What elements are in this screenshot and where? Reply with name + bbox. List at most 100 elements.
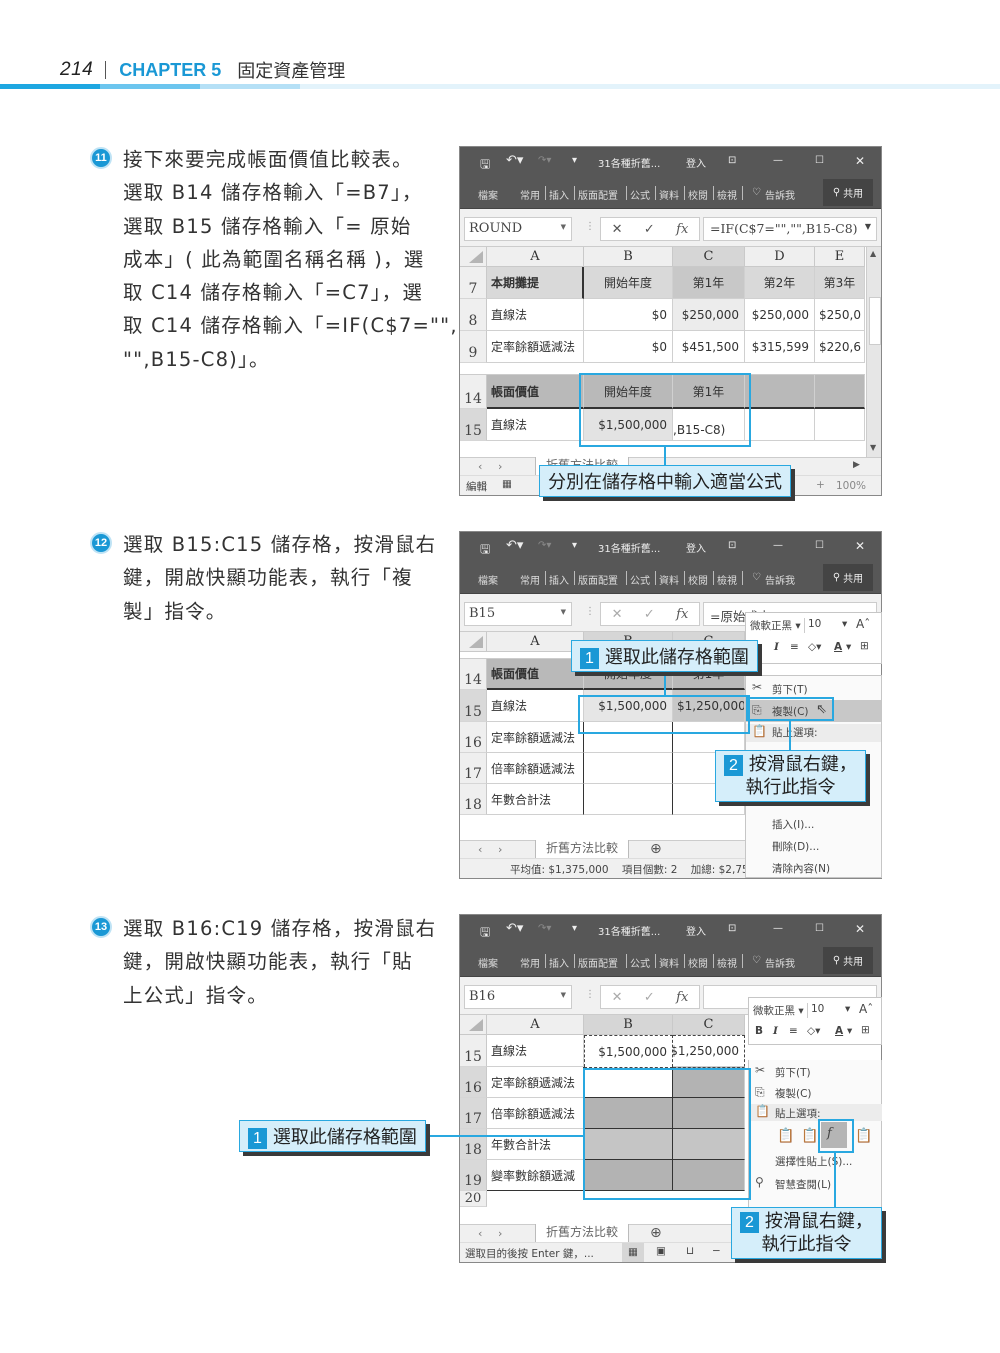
cell-selected[interactable]: [584, 1160, 673, 1191]
font-color-icon[interactable]: A: [834, 641, 842, 653]
cell-selected[interactable]: [673, 1129, 745, 1160]
cell[interactable]: 年數合計法: [487, 784, 584, 815]
tab-data[interactable]: 資料: [659, 572, 679, 587]
tab-formulas[interactable]: 公式: [630, 955, 650, 970]
row-header[interactable]: 15: [460, 1035, 487, 1067]
increase-font-icon[interactable]: Aˆ: [856, 617, 870, 631]
share-button[interactable]: ⚲ 共用: [823, 179, 873, 206]
row-header[interactable]: 17: [460, 753, 487, 784]
row-header[interactable]: 8: [460, 299, 487, 331]
cell[interactable]: 直線法: [487, 690, 584, 722]
chevron-down-icon[interactable]: ▼: [561, 991, 566, 999]
column-header[interactable]: C: [673, 247, 745, 267]
tab-data[interactable]: 資料: [659, 187, 679, 202]
tab-view[interactable]: 檢視: [717, 955, 737, 970]
font-name-dropdown[interactable]: 微軟正黑 ▾: [750, 618, 805, 633]
cell[interactable]: 倍率餘額遞減法: [487, 1098, 584, 1129]
cell[interactable]: $250,0: [815, 299, 865, 331]
customize-qat-icon[interactable]: ▾: [572, 540, 577, 551]
paste-formatting-icon[interactable]: 📋: [855, 1128, 872, 1144]
tab-home[interactable]: 常用: [520, 187, 540, 202]
cell[interactable]: 定率餘額遞減法: [487, 1067, 584, 1098]
tab-review[interactable]: 校閱: [688, 187, 708, 202]
normal-view-icon[interactable]: ▦: [622, 1243, 644, 1262]
tab-home[interactable]: 常用: [520, 955, 540, 970]
cell[interactable]: [584, 753, 673, 784]
ribbon-display-icon[interactable]: ⊡: [728, 923, 736, 934]
cell[interactable]: $250,000: [673, 299, 745, 331]
cell[interactable]: 開始年度: [584, 375, 673, 409]
cell[interactable]: [745, 409, 815, 441]
cell[interactable]: 年數合計法: [487, 1129, 584, 1160]
font-size-dropdown-icon[interactable]: ▾: [845, 1003, 850, 1015]
column-header[interactable]: A: [487, 632, 584, 652]
cell[interactable]: [815, 409, 865, 441]
sheet-nav-prev-icon[interactable]: ‹: [478, 1227, 482, 1240]
minimize-icon[interactable]: —: [773, 540, 783, 551]
row-header[interactable]: 17: [460, 1098, 487, 1129]
column-header[interactable]: A: [487, 247, 584, 267]
menu-item-smart-lookup[interactable]: 智慧查閱(L): [775, 1177, 831, 1192]
cell-selected[interactable]: [584, 1098, 673, 1129]
font-color-icon[interactable]: A: [835, 1025, 843, 1037]
cell[interactable]: 定率餘額遞減法: [487, 331, 584, 363]
tab-data[interactable]: 資料: [659, 955, 679, 970]
borders-icon[interactable]: ⊞: [861, 1024, 870, 1036]
menu-item-copy-hover[interactable]: [746, 700, 881, 722]
cell[interactable]: 倍率餘額遞減法: [487, 753, 584, 784]
cell[interactable]: 第1年: [673, 375, 745, 409]
tab-home[interactable]: 常用: [520, 572, 540, 587]
redo-icon[interactable]: ↷▾: [538, 155, 551, 166]
cell[interactable]: $0: [584, 299, 673, 331]
share-button[interactable]: ⚲ 共用: [823, 947, 873, 974]
minimize-icon[interactable]: —: [773, 923, 783, 934]
page-layout-view-icon[interactable]: ▣: [656, 1245, 666, 1257]
cell[interactable]: $0: [584, 331, 673, 363]
cell[interactable]: 開始年度: [584, 267, 673, 299]
save-icon[interactable]: 🖫: [480, 923, 490, 944]
cell-selected[interactable]: [584, 1129, 673, 1160]
tab-review[interactable]: 校閱: [688, 955, 708, 970]
cell-active[interactable]: [584, 1067, 673, 1098]
paste-values-icon[interactable]: 📋: [801, 1128, 818, 1144]
maximize-icon[interactable]: ☐: [815, 923, 824, 934]
increase-font-icon[interactable]: Aˆ: [859, 1002, 873, 1016]
undo-icon[interactable]: ↶▾: [506, 921, 523, 936]
enter-check-icon[interactable]: ✓: [644, 990, 655, 1005]
font-color-dropdown-icon[interactable]: ▾: [847, 1025, 852, 1037]
tab-formulas[interactable]: 公式: [630, 572, 650, 587]
tab-file[interactable]: 檔案: [478, 572, 498, 587]
name-box[interactable]: ROUND ▼: [464, 217, 572, 241]
cell[interactable]: [815, 375, 865, 409]
row-header[interactable]: 9: [460, 331, 487, 363]
column-header[interactable]: D: [745, 247, 815, 267]
customize-qat-icon[interactable]: ▾: [572, 155, 577, 166]
tab-page-layout[interactable]: 版面配置: [578, 955, 618, 970]
font-color-dropdown-icon[interactable]: ▾: [846, 641, 851, 653]
cell[interactable]: [584, 722, 673, 753]
tell-me-box[interactable]: 告訴我: [765, 572, 795, 587]
chevron-down-icon[interactable]: ▼: [561, 223, 566, 231]
chevron-down-icon[interactable]: ▼: [561, 608, 566, 616]
sheet-nav-next-icon[interactable]: ›: [498, 843, 502, 856]
fx-icon[interactable]: fx: [676, 607, 688, 622]
cell[interactable]: 直線法: [487, 409, 584, 441]
fill-color-icon[interactable]: ◇▾: [807, 1025, 820, 1037]
menu-item-cut[interactable]: 剪下(T): [775, 1065, 811, 1080]
tab-file[interactable]: 檔案: [478, 955, 498, 970]
cell-editing[interactable]: ,B15-C8): [673, 409, 745, 441]
name-box[interactable]: B15 ▼: [464, 602, 572, 626]
column-header[interactable]: B: [584, 247, 673, 267]
cell-selected[interactable]: [673, 1160, 745, 1191]
cell[interactable]: 變率數餘額遞減: [487, 1160, 584, 1191]
tab-page-layout[interactable]: 版面配置: [578, 187, 618, 202]
name-box[interactable]: B16 ▼: [464, 985, 572, 1009]
row-header[interactable]: 18: [460, 1129, 487, 1160]
drag-handle-icon[interactable]: ⋮: [585, 989, 595, 1000]
cell[interactable]: 定率餘額遞減法: [487, 722, 584, 753]
menu-item-clear-contents[interactable]: 清除內容(N): [772, 861, 830, 876]
font-size-dropdown[interactable]: 10: [811, 1003, 824, 1015]
cell[interactable]: [584, 784, 673, 815]
paste-formulas-icon[interactable]: f: [821, 1122, 847, 1148]
row-header[interactable]: 15: [460, 690, 487, 722]
